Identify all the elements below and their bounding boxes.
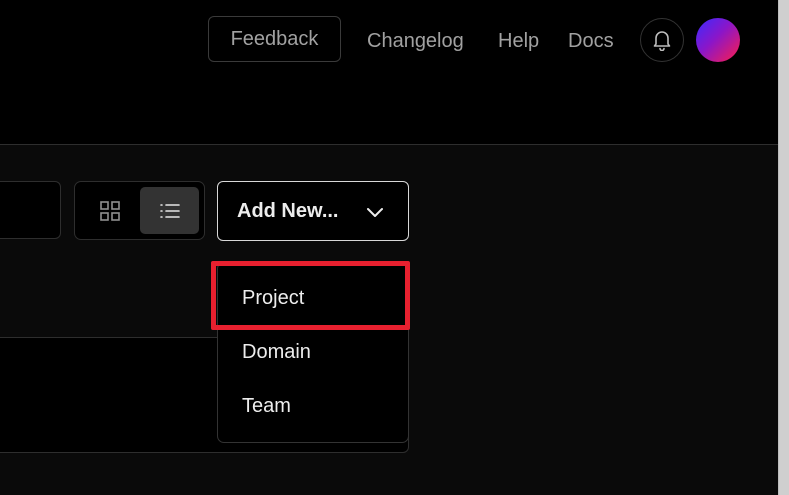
search-input[interactable]: [0, 181, 61, 239]
avatar[interactable]: [696, 18, 740, 62]
menu-item-domain[interactable]: Domain: [242, 340, 311, 364]
chevron-down-icon: [367, 208, 383, 217]
add-new-label: Add New...: [237, 200, 339, 222]
list-icon: [159, 203, 180, 218]
feedback-button[interactable]: Feedback: [208, 16, 341, 62]
feedback-label: Feedback: [230, 27, 319, 50]
add-new-button[interactable]: Add New...: [217, 181, 409, 241]
nav-link-changelog[interactable]: Changelog: [367, 28, 464, 54]
top-header: Feedback Changelog Help Docs: [0, 0, 778, 145]
grid-view-button[interactable]: [81, 187, 139, 234]
grid-icon: [100, 200, 120, 221]
bell-icon: [653, 31, 671, 51]
scrollbar[interactable]: [778, 0, 789, 495]
list-view-button[interactable]: [140, 187, 199, 234]
nav-link-help[interactable]: Help: [498, 28, 539, 54]
app-window: Feedback Changelog Help Docs Add New... …: [0, 0, 789, 495]
menu-item-team[interactable]: Team: [242, 394, 291, 418]
highlight-box: [211, 261, 410, 330]
notifications-button[interactable]: [640, 18, 684, 62]
nav-link-docs[interactable]: Docs: [568, 28, 614, 54]
